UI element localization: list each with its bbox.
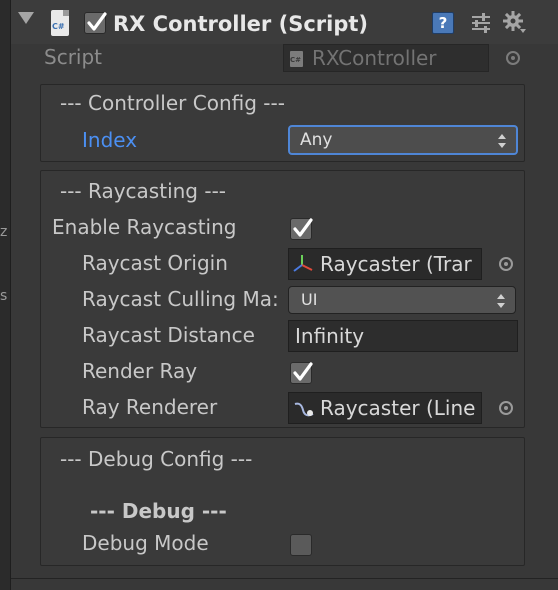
component-enabled-checkbox[interactable] — [84, 12, 107, 34]
component-title: RX Controller (Script) — [113, 12, 368, 36]
render-ray-label: Render Ray — [82, 359, 198, 383]
object-picker-icon — [506, 51, 520, 65]
ray-renderer-value: Raycaster (Line — [320, 396, 476, 420]
debug-mode-label: Debug Mode — [82, 531, 209, 555]
checkmark-icon — [293, 362, 313, 381]
raycast-culling-mask-value: UI — [301, 290, 318, 309]
index-dropdown-value: Any — [300, 130, 333, 150]
debug-mode-checkbox[interactable] — [290, 534, 312, 556]
enable-raycasting-label: Enable Raycasting — [52, 215, 237, 239]
dropdown-arrows-icon — [498, 134, 506, 148]
dropdown-arrows-icon — [497, 294, 505, 308]
raycast-culling-mask-dropdown[interactable]: UI — [288, 286, 516, 314]
script-field: C# RXController — [283, 44, 489, 72]
index-dropdown[interactable]: Any — [288, 125, 518, 155]
object-picker-icon[interactable] — [499, 257, 513, 271]
csharp-icon-label: C# — [290, 56, 302, 64]
raycast-culling-mask-label-clip: Raycast Culling Ma: — [82, 287, 282, 313]
panel-divider[interactable] — [10, 0, 11, 590]
foldout-arrow-icon[interactable] — [18, 12, 34, 24]
script-label: Script — [44, 45, 103, 69]
raycasting-header: --- Raycasting --- — [60, 179, 227, 203]
checkmark-icon — [293, 218, 313, 237]
enable-raycasting-checkbox[interactable] — [290, 218, 313, 240]
checkmark-icon — [87, 12, 107, 31]
raycast-origin-value: Raycaster (Trar — [320, 252, 472, 276]
index-label: Index — [82, 128, 138, 152]
transform-axes-icon — [293, 255, 313, 272]
debug-config-header: --- Debug Config --- — [60, 447, 253, 471]
component-separator — [11, 578, 558, 579]
csharp-file-icon: C# — [51, 10, 69, 36]
raycast-origin-field[interactable]: Raycaster (Trar — [288, 248, 482, 280]
raycast-culling-mask-label: Raycast Culling Ma: — [82, 287, 279, 311]
script-field-value: RXController — [312, 46, 437, 70]
raycast-distance-label: Raycast Distance — [82, 323, 255, 347]
ray-renderer-field[interactable]: Raycaster (Line — [288, 392, 482, 424]
line-renderer-icon — [294, 402, 314, 417]
left-edge-glyph: z — [0, 224, 8, 240]
render-ray-checkbox[interactable] — [290, 362, 313, 384]
left-edge-glyph: s — [0, 288, 8, 304]
preset-sliders-icon[interactable] — [470, 12, 492, 34]
help-book-icon[interactable]: ? — [432, 12, 454, 34]
object-picker-icon[interactable] — [499, 401, 513, 415]
raycast-distance-value: Infinity — [295, 324, 365, 348]
raycast-origin-label: Raycast Origin — [82, 251, 228, 275]
raycast-distance-input[interactable]: Infinity — [288, 320, 518, 352]
controller-config-header: --- Controller Config --- — [60, 91, 285, 115]
debug-sub-header: --- Debug --- — [90, 499, 227, 523]
csharp-icon-label: C# — [52, 22, 65, 31]
ray-renderer-label: Ray Renderer — [82, 395, 218, 419]
csharp-file-icon: C# — [290, 51, 303, 67]
gear-icon[interactable] — [502, 10, 528, 36]
